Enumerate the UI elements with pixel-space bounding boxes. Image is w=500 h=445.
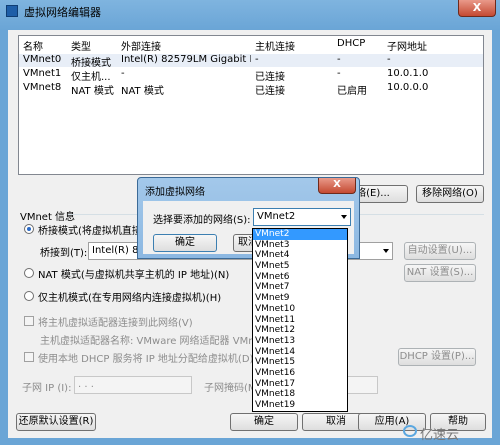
use-dhcp-checkbox[interactable] [24, 352, 34, 362]
cell-type: 仅主机... [71, 72, 111, 83]
col-header-name[interactable]: 名称 [23, 38, 43, 53]
bridge-to-label: 桥接到(T): [40, 248, 88, 259]
table-row[interactable]: VMnet0 桥接模式 Intel(R) 82579LM Gigabit Ne.… [19, 54, 483, 69]
dhcp-settings-button[interactable]: DHCP 设置(P)... [398, 348, 476, 366]
auto-settings-button[interactable]: 自动设置(U)... [404, 242, 476, 260]
cell-host: 已连接 [255, 86, 285, 97]
cell-host: 已连接 [255, 72, 285, 83]
cell-type: 桥接模式 [71, 58, 111, 69]
cell-dhcp: - [337, 68, 341, 79]
use-dhcp-label[interactable]: 使用本地 DHCP 服务将 IP 地址分配给虚拟机(D) [38, 350, 253, 365]
remove-network-button[interactable]: 移除网络(O) [416, 185, 484, 203]
app-icon [6, 5, 18, 17]
watermark-logo-icon [403, 425, 417, 437]
dropdown-option[interactable]: VMnet12 [253, 325, 347, 336]
window-title: 虚拟网络编辑器 [24, 6, 101, 19]
cell-external: Intel(R) 82579LM Gigabit Ne... [121, 54, 251, 65]
network-list[interactable]: 名称 类型 外部连接 主机连接 DHCP 子网地址 VMnet0 桥接模式 In… [18, 35, 484, 175]
cell-name: VMnet1 [23, 68, 62, 79]
host-only-radio[interactable] [24, 291, 34, 301]
connect-adapter-label[interactable]: 将主机虚拟适配器连接到此网络(V) [38, 314, 193, 329]
dropdown-option[interactable]: VMnet17 [253, 379, 347, 390]
dropdown-option[interactable]: VMnet5 [253, 261, 347, 272]
bridge-mode-radio[interactable] [24, 224, 34, 234]
chevron-down-icon [341, 215, 347, 219]
nat-mode-radio[interactable] [24, 268, 34, 278]
dropdown-option[interactable]: VMnet6 [253, 272, 347, 283]
chevron-down-icon [383, 249, 389, 253]
connect-adapter-checkbox[interactable] [24, 316, 34, 326]
network-select-value: VMnet2 [257, 211, 296, 222]
table-header: 名称 类型 外部连接 主机连接 DHCP 子网地址 [19, 38, 483, 53]
host-only-label[interactable]: 仅主机模式(在专用网络内连接虚拟机)(H) [38, 289, 221, 304]
cell-dhcp: 已启用 [337, 86, 367, 97]
dropdown-option[interactable]: VMnet16 [253, 368, 347, 379]
dropdown-option[interactable]: VMnet3 [253, 240, 347, 251]
vmnet-info-heading: VMnet 信息 [20, 212, 76, 223]
nat-mode-label[interactable]: NAT 模式(与虚拟机共享主机的 IP 地址)(N) [38, 266, 229, 281]
cell-subnet: 10.0.1.0 [387, 68, 429, 79]
nat-settings-button[interactable]: NAT 设置(S)... [404, 264, 476, 282]
restore-defaults-button[interactable]: 还原默认设置(R) [16, 413, 96, 431]
dropdown-option[interactable]: VMnet2 [253, 229, 347, 240]
subnet-ip-label: 子网 IP (I): [22, 383, 72, 394]
cell-external: - [121, 68, 125, 79]
cell-subnet: - [387, 54, 391, 65]
dropdown-option[interactable]: VMnet15 [253, 357, 347, 368]
dialog-close-button[interactable]: X [318, 178, 356, 194]
col-header-subnet[interactable]: 子网地址 [387, 38, 427, 53]
cell-type: NAT 模式 [71, 86, 114, 97]
dropdown-option[interactable]: VMnet10 [253, 304, 347, 315]
cell-name: VMnet8 [23, 82, 62, 93]
table-row[interactable]: VMnet8 NAT 模式 NAT 模式 已连接 已启用 10.0.0.0 [19, 82, 483, 97]
virtual-network-editor-window: 虚拟网络编辑器 X 名称 类型 外部连接 主机连接 DHCP 子网地址 VMne… [0, 0, 500, 445]
dropdown-option[interactable]: VMnet14 [253, 347, 347, 358]
dropdown-option[interactable]: VMnet7 [253, 282, 347, 293]
dropdown-option[interactable]: VMnet4 [253, 250, 347, 261]
cell-host: - [255, 54, 259, 65]
watermark-text: 亿速云 [420, 428, 460, 443]
adapter-name-label: 主机虚拟适配器名称: VMware 网络适配器 VMnet0 [40, 336, 271, 347]
network-dropdown-list[interactable]: VMnet2 VMnet3 VMnet4 VMnet5 VMnet6 VMnet… [252, 228, 348, 412]
cell-subnet: 10.0.0.0 [387, 82, 429, 93]
dropdown-option[interactable]: VMnet13 [253, 336, 347, 347]
dialog-ok-button[interactable]: 确定 [153, 234, 217, 252]
subnet-ip-field[interactable]: . . . [74, 376, 192, 394]
ok-button[interactable]: 确定 [230, 413, 298, 431]
col-header-host[interactable]: 主机连接 [255, 38, 295, 53]
cell-external: NAT 模式 [121, 86, 164, 97]
dropdown-option[interactable]: VMnet9 [253, 293, 347, 304]
dropdown-option[interactable]: VMnet18 [253, 389, 347, 400]
select-network-label: 选择要添加的网络(S): [153, 215, 251, 226]
title-bar: 虚拟网络编辑器 X [0, 0, 500, 22]
col-header-external[interactable]: 外部连接 [121, 38, 161, 53]
col-header-type[interactable]: 类型 [71, 38, 91, 53]
dialog-title: 添加虚拟网络 [145, 187, 205, 198]
col-header-dhcp[interactable]: DHCP [337, 38, 365, 49]
cell-dhcp: - [337, 54, 341, 65]
network-select[interactable]: VMnet2 [253, 208, 351, 226]
dropdown-option[interactable]: VMnet11 [253, 315, 347, 326]
window-close-button[interactable]: X [458, 0, 496, 17]
cell-name: VMnet0 [23, 54, 62, 65]
table-row[interactable]: VMnet1 仅主机... - 已连接 - 10.0.1.0 [19, 68, 483, 83]
dropdown-option[interactable]: VMnet19 [253, 400, 347, 411]
